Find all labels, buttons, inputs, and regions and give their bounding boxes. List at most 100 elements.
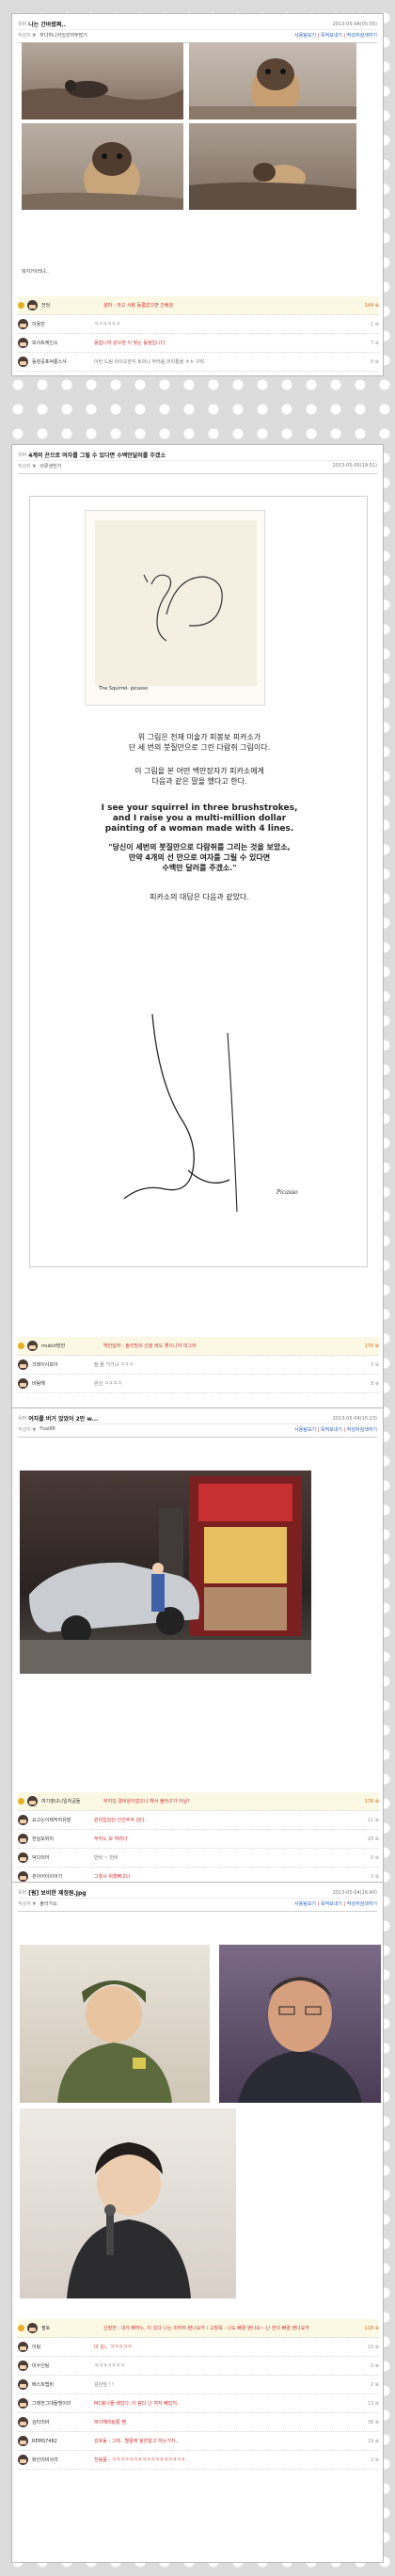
avatar[interactable] <box>18 1852 28 1863</box>
comment-text: 몽합니까 같으면 이 맞는 동정입니다 <box>94 341 166 346</box>
avatar[interactable] <box>18 1378 28 1389</box>
avatar[interactable] <box>27 1796 38 1806</box>
story-line: 단 세 번의 붓질만으로 그린 다람쥐 그림이다. <box>128 743 271 752</box>
avatar[interactable] <box>27 1341 38 1351</box>
comment-author[interactable]: mubirl망한 <box>41 1343 103 1349</box>
avatar[interactable] <box>18 1815 28 1825</box>
post-category[interactable]: 유머 <box>18 21 26 27</box>
link-send-message[interactable]: 목적보내기 <box>321 1901 342 1907</box>
post-author[interactable]: 하다하니아잉앙까무많기 <box>40 32 87 39</box>
comment-score[interactable]: 2 ⊕ <box>358 2382 379 2388</box>
avatar[interactable] <box>18 1871 28 1882</box>
comment-author[interactable]: 관이어이이어가 <box>32 1873 94 1880</box>
comment-score[interactable]: 8 ⊕ <box>358 1381 379 1387</box>
author-prefix[interactable]: 작성자 ▼ <box>18 1900 36 1907</box>
comment-score[interactable]: 170 ⊕ <box>358 1344 379 1349</box>
post-category[interactable]: 유머 <box>18 1889 26 1896</box>
avatar[interactable] <box>18 338 28 348</box>
comment-text: 그렇사 위했빠고나 <box>94 1874 131 1880</box>
author-links: 사용팀보기 | 목적보내기 | 작성자검색하기 <box>294 1426 377 1433</box>
comment-author[interactable]: 동양공포덕롱스샤 <box>32 358 94 365</box>
comment-score[interactable]: 19 ⊕ <box>358 2439 379 2444</box>
comment-author[interactable]: 이팅 <box>32 2344 94 2350</box>
avatar[interactable] <box>18 2436 28 2446</box>
comment-score[interactable]: 3 ⊕ <box>358 1362 379 1368</box>
post-category[interactable]: 유머 <box>18 1415 26 1422</box>
link-send-message[interactable]: 목적보내기 <box>321 1427 342 1433</box>
comment-row: 바람해 완낭 ㅋㅋㅋㅋ 8 ⊕ <box>18 1375 379 1393</box>
avatar[interactable] <box>18 1360 28 1370</box>
comment-author[interactable]: 크레이사보아 <box>32 1361 94 1368</box>
comment-author[interactable]: 전실모위리 <box>32 1836 94 1842</box>
avatar[interactable] <box>27 2323 38 2333</box>
actor-photo <box>219 1945 381 2103</box>
post-author[interactable]: 불라가요 <box>40 1900 56 1907</box>
comment-score[interactable]: 176 ⊕ <box>358 1799 379 1805</box>
comment-text: 원리입있던 인간주자 감다.. <box>94 1818 148 1823</box>
post-4: 유머 [펌] 보비한 제정원.Jpg 2013-05-04(16:40) 작성자… <box>11 1882 384 2563</box>
comment-author[interactable]: 전당 <box>41 302 103 309</box>
comment-author[interactable]: 덕다의어 <box>32 1854 94 1861</box>
comment-score[interactable]: 0 ⊕ <box>358 359 379 365</box>
post-author[interactable]: 의류생한가 <box>40 463 61 469</box>
comment-author[interactable]: 그래한그대들쟁이라 <box>32 2400 94 2407</box>
comment-score[interactable]: 13 ⊕ <box>358 2401 379 2407</box>
post-category[interactable]: 유머 <box>18 452 26 458</box>
avatar[interactable] <box>27 300 38 310</box>
link-search-author[interactable]: 작성자검색하기 <box>347 1427 377 1433</box>
comment-author[interactable]: 바람해 <box>32 1380 94 1387</box>
author-prefix[interactable]: 작성자 ▼ <box>18 32 36 39</box>
avatar[interactable] <box>18 2379 28 2390</box>
comment-author[interactable]: REMS7482 <box>32 2439 94 2444</box>
post-title: 나는 간바렸쪄.. <box>28 22 66 28</box>
author-prefix[interactable]: 작성자 ▼ <box>18 1426 36 1433</box>
link-send-message[interactable]: 목적보내기 <box>321 33 342 39</box>
comment-author[interactable]: 이용만 <box>32 321 94 327</box>
comment-text: 이 김ㄴ ㅋㅋㅋㅋㅋ <box>94 2345 132 2350</box>
link-view-team[interactable]: 사용팀보기 <box>294 1901 316 1907</box>
avatar[interactable] <box>18 357 28 367</box>
avatar[interactable] <box>18 1834 28 1844</box>
story-line: 수백만 달러를 주겠소." <box>162 864 237 872</box>
comment-score[interactable]: 118 ⊕ <box>358 2326 379 2331</box>
post-1: 유머 나는 간바렸쪄.. 2013-05-04(05:05) 작성자 ▼ 하다하… <box>11 13 384 376</box>
comment-author[interactable]: 화인리비사라 <box>32 2457 94 2463</box>
comment-score[interactable]: 29 ⊕ <box>358 1837 379 1842</box>
link-search-author[interactable]: 작성자검색하기 <box>347 1901 377 1907</box>
avatar[interactable] <box>18 2455 28 2465</box>
comment-score[interactable]: 144 ⊕ <box>358 303 379 309</box>
comment-text: ㅋㅋㅋㅋㅋㅋ <box>94 322 120 327</box>
comment-row: 크레이사보아 참 돌 거기냐 ㅋㅋㅋ 3 ⊕ <box>18 1356 379 1375</box>
post-author[interactable]: Foal88 <box>40 1426 55 1432</box>
comment-author[interactable]: 보샤트케인소 <box>32 340 94 346</box>
link-view-team[interactable]: 사용팀보기 <box>294 1427 316 1433</box>
comment-score[interactable]: 3 ⊕ <box>358 1874 379 1880</box>
comment-text: 설마 : 라고 사랑 동롱없으면 간베검 <box>103 303 174 309</box>
comment-score[interactable]: 7 ⊕ <box>358 341 379 346</box>
comment-score[interactable]: 0 ⊕ <box>358 2363 379 2369</box>
comment-author[interactable]: 여기영녀니일자공들 <box>41 1798 103 1805</box>
post-header: 유머 4계의 끈으로 여자를 그릴 수 있다면 수백만달러를 주겠소 작성자 ▼… <box>18 450 377 474</box>
comment-author[interactable]: 필토 <box>41 2325 103 2331</box>
author-prefix[interactable]: 작성자 ▼ <box>18 463 36 469</box>
comment-author[interactable]: 김타리바 <box>32 2419 94 2425</box>
story-line-en: painting of a woman made with 4 lines. <box>104 824 294 834</box>
comment-score[interactable]: 1 ⊕ <box>358 322 379 327</box>
comment-score[interactable]: 2 ⊕ <box>358 2457 379 2463</box>
link-view-team[interactable]: 사용팀보기 <box>294 33 316 39</box>
comment-author[interactable]: 요고는이제작자유발 <box>32 1817 94 1823</box>
comment-author[interactable]: 미수인팅 <box>32 2362 94 2369</box>
link-search-author[interactable]: 작성자검색하기 <box>347 33 377 39</box>
comment-score[interactable]: 10 ⊕ <box>358 2345 379 2350</box>
avatar[interactable] <box>18 2417 28 2427</box>
avatar[interactable] <box>18 319 28 329</box>
avatar[interactable] <box>18 2398 28 2409</box>
comment-score[interactable]: 38 ⊕ <box>358 2420 379 2425</box>
comment-score[interactable]: 0 ⊕ <box>358 1855 379 1861</box>
comment-score[interactable]: 11 ⊕ <box>358 1818 379 1823</box>
avatar[interactable] <box>18 2342 28 2352</box>
post-header: 유머 나는 간바렸쪄.. 2013-05-04(05:05) 작성자 ▼ 하다하… <box>18 19 377 43</box>
story-line-en: and I raise you a multi-million dollar <box>112 814 287 823</box>
comment-author[interactable]: 베스트랩비 <box>32 2381 94 2388</box>
avatar[interactable] <box>18 2361 28 2371</box>
